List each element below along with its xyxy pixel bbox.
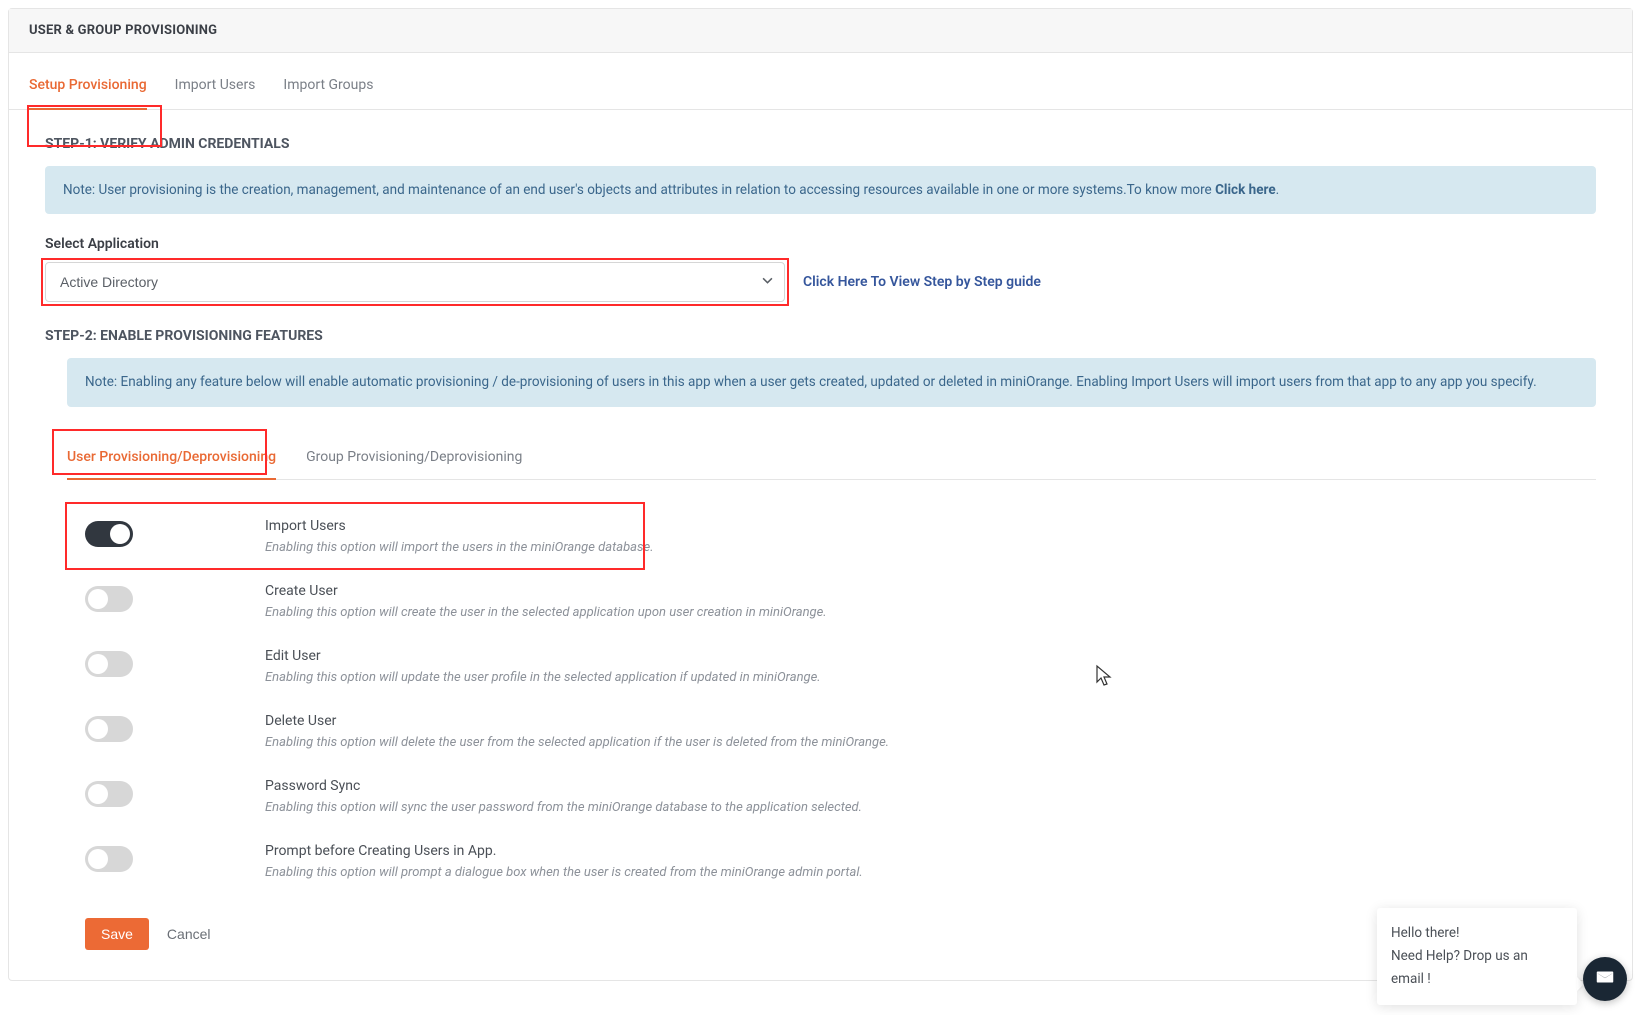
- feature-password-sync: Password Sync Enabling this option will …: [85, 768, 1596, 833]
- step1-heading: STEP-1: VERIFY ADMIN CREDENTIALS: [45, 136, 1596, 152]
- help-popup-line1: Hello there!: [1391, 922, 1563, 945]
- feature-title: Prompt before Creating Users in App.: [265, 843, 1596, 859]
- features-list: Import Users Enabling this option will i…: [85, 508, 1596, 898]
- toggle-edit-user[interactable]: [85, 651, 133, 677]
- step1-note-suffix: .: [1276, 182, 1280, 198]
- select-application-label: Select Application: [45, 236, 1596, 252]
- main-panel: USER & GROUP PROVISIONING Setup Provisio…: [8, 8, 1633, 981]
- save-button[interactable]: Save: [85, 918, 149, 950]
- feature-edit-user: Edit User Enabling this option will upda…: [85, 638, 1596, 703]
- step2-note: Note: Enabling any feature below will en…: [67, 358, 1596, 406]
- toggle-import-users[interactable]: [85, 521, 133, 547]
- provisioning-subtabs: User Provisioning/Deprovisioning Group P…: [67, 429, 1596, 480]
- feature-create-user: Create User Enabling this option will cr…: [85, 573, 1596, 638]
- toggle-prompt-before-create[interactable]: [85, 846, 133, 872]
- feature-delete-user: Delete User Enabling this option will de…: [85, 703, 1596, 768]
- feature-title: Delete User: [265, 713, 1596, 729]
- step1-note-text: Note: User provisioning is the creation,…: [63, 182, 1215, 198]
- feature-desc: Enabling this option will import the use…: [265, 540, 1596, 555]
- select-application-row: Active Directory Click Here To View Step…: [45, 262, 1596, 302]
- step1-note-link[interactable]: Click here: [1215, 182, 1276, 198]
- feature-title: Edit User: [265, 648, 1596, 664]
- step1-note: Note: User provisioning is the creation,…: [45, 166, 1596, 214]
- help-popup[interactable]: Hello there! Need Help? Drop us an email…: [1377, 908, 1577, 1005]
- toggle-password-sync[interactable]: [85, 781, 133, 807]
- form-actions: Save Cancel: [85, 918, 1596, 950]
- feature-desc: Enabling this option will update the use…: [265, 670, 1596, 685]
- step-by-step-guide-link[interactable]: Click Here To View Step by Step guide: [803, 274, 1041, 290]
- feature-title: Import Users: [265, 518, 1596, 534]
- cancel-button[interactable]: Cancel: [167, 926, 211, 942]
- tab-import-users[interactable]: Import Users: [175, 53, 256, 109]
- panel-title: USER & GROUP PROVISIONING: [9, 9, 1632, 53]
- tab-setup-provisioning[interactable]: Setup Provisioning: [29, 53, 147, 109]
- subtab-group-provisioning[interactable]: Group Provisioning/Deprovisioning: [306, 429, 522, 479]
- feature-desc: Enabling this option will prompt a dialo…: [265, 865, 1596, 880]
- select-application-wrap: Active Directory: [45, 262, 785, 302]
- feature-desc: Enabling this option will delete the use…: [265, 735, 1596, 750]
- mail-icon: [1594, 966, 1616, 992]
- tab-import-groups[interactable]: Import Groups: [283, 53, 373, 109]
- feature-title: Password Sync: [265, 778, 1596, 794]
- help-popup-line2: Need Help? Drop us an email !: [1391, 945, 1563, 991]
- feature-desc: Enabling this option will sync the user …: [265, 800, 1596, 815]
- primary-tabs: Setup Provisioning Import Users Import G…: [9, 53, 1632, 110]
- select-application[interactable]: Active Directory: [45, 262, 785, 302]
- feature-import-users: Import Users Enabling this option will i…: [85, 508, 1596, 573]
- subtab-user-provisioning[interactable]: User Provisioning/Deprovisioning: [67, 429, 276, 479]
- feature-title: Create User: [265, 583, 1596, 599]
- toggle-create-user[interactable]: [85, 586, 133, 612]
- content-area: STEP-1: VERIFY ADMIN CREDENTIALS Note: U…: [9, 110, 1632, 980]
- feature-prompt-before-create: Prompt before Creating Users in App. Ena…: [85, 833, 1596, 898]
- toggle-delete-user[interactable]: [85, 716, 133, 742]
- step2-heading: STEP-2: ENABLE PROVISIONING FEATURES: [45, 328, 1596, 344]
- feature-desc: Enabling this option will create the use…: [265, 605, 1596, 620]
- help-fab-button[interactable]: [1583, 957, 1627, 1001]
